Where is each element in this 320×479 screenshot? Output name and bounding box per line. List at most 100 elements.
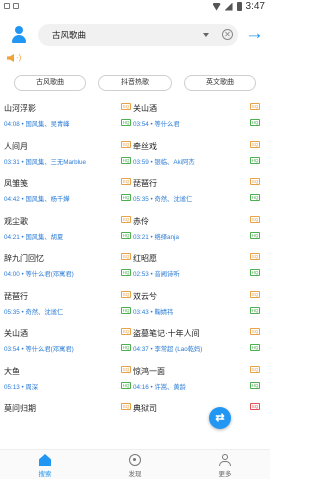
hq-badge: HQ [121, 344, 131, 351]
person-icon [219, 454, 231, 466]
sq-badge: SQ [121, 328, 131, 335]
song-title: 牵丝戏 [133, 141, 157, 151]
song-item[interactable]: 双云兮 03:43 • 鞠婧祎 SQ HQ [133, 290, 260, 323]
song-item[interactable]: 关山酒 03:54 • 等什么君(邓寓君) SQ HQ [4, 328, 131, 360]
status-right: 3:47 [212, 1, 265, 12]
song-item[interactable]: 莫问归期 SQ [4, 403, 131, 435]
song-item[interactable]: 大鱼 05:13 • 周深 SQ HQ [4, 365, 131, 398]
status-bar: 3:47 [0, 0, 270, 14]
sq-badge: SQ [121, 403, 131, 410]
tab-english-songs[interactable]: 英文歌曲 [184, 75, 256, 91]
hq-badge: HQ [250, 119, 260, 126]
nav-search-label: 搜索 [38, 471, 52, 478]
hq-badge: HQ [121, 156, 131, 164]
song-meta: 05:35 • 奇然、沈谧仁 [133, 196, 193, 203]
song-title: 人间月 [4, 141, 28, 151]
hq-badge: HQ [121, 381, 131, 389]
song-title: 大鱼 [4, 366, 20, 376]
song-meta: 04:21 • 国风集、胡夏 [4, 233, 64, 241]
sq-badge: SQ [121, 365, 131, 373]
song-item[interactable]: 赤伶 03:21 • 络绎anja SQ HQ [133, 215, 260, 248]
hq-badge: HQ [121, 119, 131, 126]
song-meta: 03:21 • 络绎anja [133, 233, 179, 241]
tab-douyin-hits[interactable]: 抖音热歌 [98, 75, 172, 91]
song-title: 赤伶 [133, 216, 149, 226]
song-title: 关山酒 [133, 104, 157, 113]
song-title: 凤雏笺 [4, 179, 28, 188]
nav-more-label: 更多 [218, 471, 232, 478]
sq-badge: SQ [250, 253, 260, 260]
swap-fab-button[interactable]: ⇄ [209, 407, 231, 429]
search-input[interactable]: 古风歌曲 ✕ [38, 24, 238, 46]
chevron-down-icon[interactable] [203, 33, 209, 37]
hq-badge: HQ [121, 194, 131, 201]
song-meta: 03:54 • 等什么君 [133, 121, 180, 128]
hq-badge: HQ [250, 344, 260, 351]
notification-icon [13, 3, 19, 9]
home-icon [39, 454, 51, 466]
nav-discover[interactable]: 发现 [90, 450, 180, 479]
song-item[interactable]: 琵琶行 05:35 • 奇然、沈谧仁 SQ HQ [133, 178, 260, 210]
song-item[interactable]: 惊鸿一面 04:16 • 许嵩、黄龄 SQ HQ [133, 365, 260, 398]
song-meta: 04:37 • 李常超 (Lao乾妈) [133, 346, 203, 353]
song-item[interactable]: 凤雏笺 04:42 • 国风集、杨千嬅 SQ HQ [4, 178, 131, 210]
hq-badge: HQ [250, 156, 260, 164]
sq-badge: SQ [121, 178, 131, 185]
song-title: 关山酒 [4, 329, 28, 338]
song-item[interactable]: 红昭愿 02:53 • 音阙诗听 SQ HQ [133, 253, 260, 285]
signal-icon [224, 2, 233, 11]
song-meta: 05:35 • 奇然、沈谧仁 [4, 308, 64, 316]
song-meta: 04:42 • 国风集、杨千嬅 [4, 196, 70, 203]
sq-badge: SQ [121, 103, 131, 110]
song-item[interactable]: 典狱司 SQ [133, 403, 260, 435]
speaker-cone [7, 54, 14, 62]
song-item[interactable]: 琵琶行 05:35 • 奇然、沈谧仁 SQ HQ [4, 290, 131, 323]
song-title: 观尘歌 [4, 216, 28, 226]
search-go-arrow-icon[interactable]: → [245, 24, 264, 44]
song-meta: 04:08 • 国风集、吴青峰 [4, 121, 70, 128]
sq-badge: SQ [121, 140, 131, 148]
sq-badge: SQ [250, 365, 260, 373]
status-time: 3:47 [245, 1, 265, 12]
song-item[interactable]: 辞九门回忆 04:00 • 等什么君(邓寓君) SQ HQ [4, 253, 131, 285]
song-item[interactable]: 山河浮影 04:08 • 国风集、吴青峰 SQ HQ [4, 103, 131, 135]
song-item[interactable]: 人间月 03:31 • 国风集、三无Marblue SQ HQ [4, 140, 131, 173]
song-meta: 04:16 • 许嵩、黄龄 [133, 383, 186, 391]
battery-icon [236, 2, 242, 11]
search-row: 古风歌曲 ✕ → [0, 22, 270, 48]
nav-more[interactable]: 更多 [180, 450, 270, 479]
clear-icon[interactable]: ✕ [222, 29, 233, 40]
hq-badge: HQ [121, 306, 131, 314]
nav-search[interactable]: 搜索 [0, 450, 90, 479]
notification-icon [4, 3, 10, 9]
song-meta: 05:13 • 周深 [4, 383, 39, 391]
avatar-head [15, 26, 23, 34]
bottom-nav: 搜索 发现 更多 [0, 449, 270, 479]
sq-badge: SQ [250, 178, 260, 185]
sq-badge: SQ [250, 328, 260, 335]
song-title: 盗墓笔记·十年人间 [133, 329, 200, 338]
hq-badge: HQ [121, 231, 131, 239]
song-title: 红昭愿 [133, 254, 157, 263]
notification-icons [4, 3, 19, 9]
song-title: 山河浮影 [4, 104, 36, 113]
song-item[interactable]: 观尘歌 04:21 • 国风集、胡夏 SQ HQ [4, 215, 131, 248]
wifi-icon [212, 2, 221, 11]
song-meta: 04:00 • 等什么君(邓寓君) [4, 271, 74, 278]
person-icon-body [219, 461, 231, 466]
song-title: 典狱司 [133, 404, 157, 413]
song-meta: 03:31 • 国风集、三无Marblue [4, 158, 86, 166]
hq-badge: HQ [250, 194, 260, 201]
song-meta: 03:59 • 银临、Aki阿杰 [133, 158, 195, 166]
speaker-icon[interactable]: ·) [6, 52, 24, 64]
song-item[interactable]: 盗墓笔记·十年人间 04:37 • 李常超 (Lao乾妈) SQ HQ [133, 328, 260, 360]
song-title: 莫问归期 [4, 404, 36, 413]
sq-badge: SQ [250, 103, 260, 110]
nav-discover-label: 发现 [128, 471, 142, 478]
user-avatar-icon[interactable] [10, 25, 28, 45]
tab-ancient-style[interactable]: 古风歌曲 [14, 75, 86, 91]
sq-badge: SQ [121, 290, 131, 298]
song-item[interactable]: 牵丝戏 03:59 • 银临、Aki阿杰 SQ HQ [133, 140, 260, 173]
song-item[interactable]: 关山酒 03:54 • 等什么君 SQ HQ [133, 103, 260, 135]
hq-badge: HQ [250, 306, 260, 314]
